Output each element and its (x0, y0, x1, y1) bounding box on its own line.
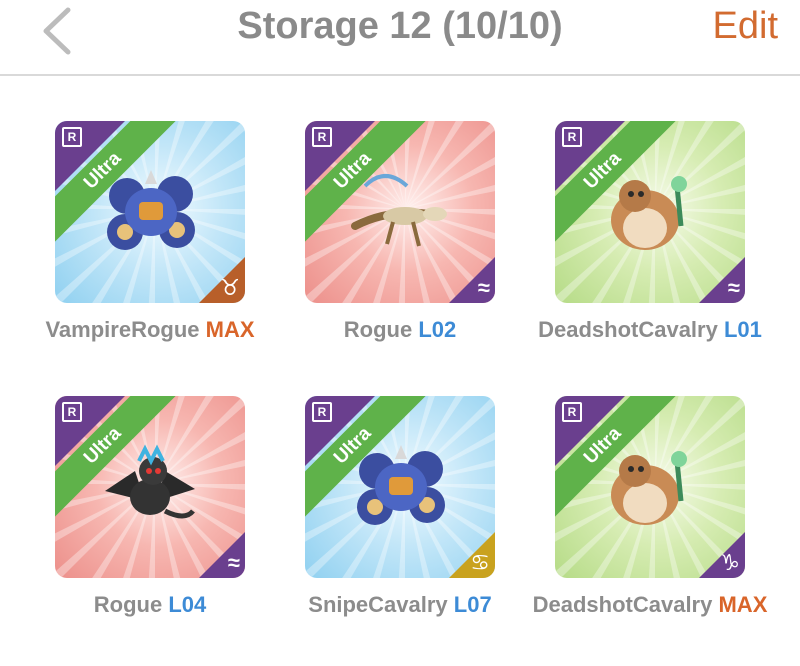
card-portrait: Ultra R ≈ (305, 121, 495, 303)
card-label: DeadshotCavalry MAX (525, 592, 775, 618)
card-label: VampireRogue MAX (25, 317, 275, 343)
card-label: DeadshotCavalry L01 (525, 317, 775, 343)
monster-level: L07 (453, 592, 492, 617)
nav-bar: Storage 12 (10/10) Edit (0, 0, 800, 76)
r-badge-icon: R (562, 402, 582, 422)
monster-name: Rogue (343, 317, 413, 342)
r-badge-letter: R (317, 130, 327, 144)
r-badge-letter: R (567, 405, 577, 419)
taurus-icon: ♉ (220, 275, 240, 300)
r-badge-letter: R (317, 405, 327, 419)
aquarius-icon: ≈ (477, 275, 490, 300)
monster-name: VampireRogue (45, 317, 200, 342)
r-badge-letter: R (67, 405, 77, 419)
capricorn-icon: ♑ (720, 550, 740, 575)
monster-level: MAX (205, 317, 255, 342)
r-badge-icon: R (62, 402, 82, 422)
cancer-icon: ♋ (470, 550, 490, 575)
storage-card[interactable]: Ultra R ♋ SnipeCavalry L07 (305, 396, 555, 666)
monster-name: DeadshotCavalry (538, 317, 718, 342)
monster-name: SnipeCavalry (308, 592, 448, 617)
monster-level: MAX (718, 592, 768, 617)
r-badge-icon: R (62, 127, 82, 147)
storage-card[interactable]: Ultra R ♑ DeadshotCavalry MAX (533, 396, 800, 666)
monster-level: L01 (723, 317, 762, 342)
card-portrait: Ultra R ♋ (305, 396, 495, 578)
aquarius-icon: ≈ (727, 275, 740, 300)
card-label: SnipeCavalry L07 (275, 592, 525, 618)
r-badge-icon: R (562, 127, 582, 147)
card-label: Rogue L02 (275, 317, 525, 343)
storage-card[interactable]: Ultra R ≈ Rogue L02 (305, 121, 555, 391)
edit-button[interactable]: Edit (713, 4, 778, 48)
page-title: Storage 12 (10/10) (237, 5, 563, 47)
card-portrait: Ultra R ≈ (55, 396, 245, 578)
r-badge-icon: R (312, 127, 332, 147)
monster-level: L02 (418, 317, 457, 342)
card-portrait: Ultra R ≈ (555, 121, 745, 303)
aquarius-icon: ≈ (227, 550, 240, 575)
monster-name: DeadshotCavalry (532, 592, 713, 617)
storage-card[interactable]: Ultra R ≈ Rogue L04 (55, 396, 305, 666)
storage-grid: Ultra R ♉ VampireRogue MAX Ultra R ≈ Rog (0, 76, 800, 637)
r-badge-icon: R (312, 402, 332, 422)
storage-card[interactable]: Ultra R ≈ DeadshotCavalry L01 (538, 121, 800, 391)
storage-card[interactable]: Ultra R ♉ VampireRogue MAX (45, 121, 305, 391)
card-portrait: Ultra R ♉ (55, 121, 245, 303)
monster-level: L04 (168, 592, 207, 617)
card-label: Rogue L04 (25, 592, 275, 618)
card-portrait: Ultra R ♑ (555, 396, 745, 578)
r-badge-letter: R (567, 130, 577, 144)
monster-name: Rogue (93, 592, 163, 617)
r-badge-letter: R (67, 130, 77, 144)
